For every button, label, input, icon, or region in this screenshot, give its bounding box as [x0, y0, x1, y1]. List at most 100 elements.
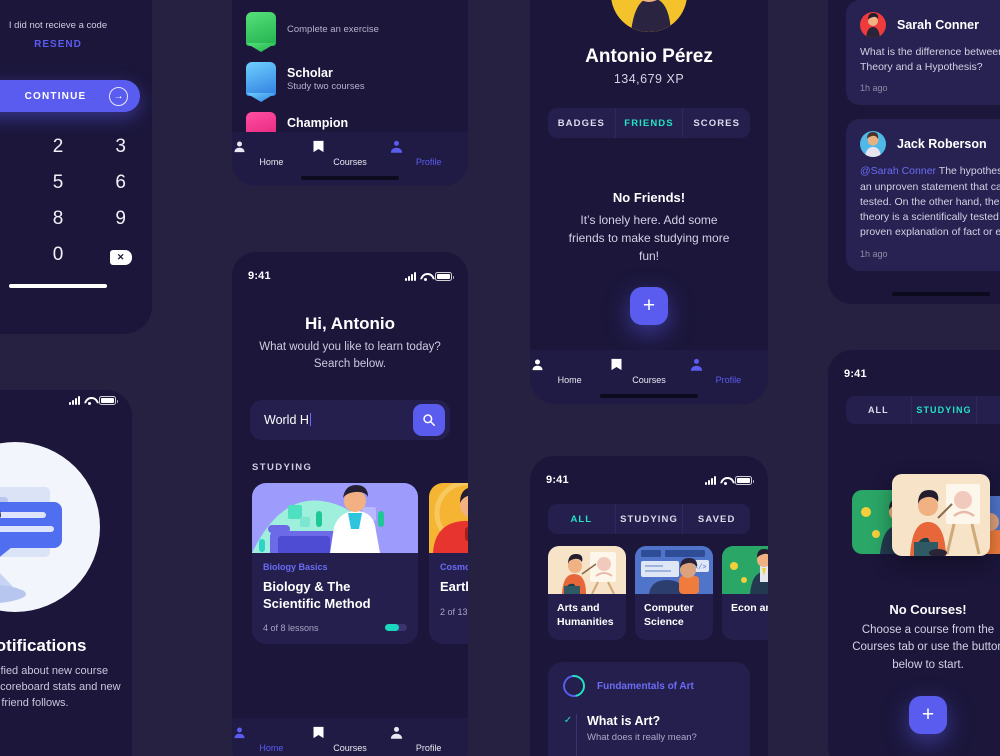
keypad-key[interactable]: 0 — [27, 244, 90, 266]
keypad-key[interactable] — [0, 244, 27, 266]
lesson-group-card: Fundamentals of Art ✓ What is Art? What … — [548, 662, 750, 756]
home-icon — [232, 725, 311, 740]
keypad-key[interactable]: 6 — [89, 172, 152, 194]
comment-card[interactable]: Jack Roberson @Sarah Conner The hypothes… — [846, 119, 1000, 271]
book-icon — [609, 357, 688, 372]
courses-filter-segmented-control[interactable]: ALL STUDYING S — [846, 396, 1000, 424]
tab-profile[interactable]: Profile — [389, 139, 468, 167]
tab-courses[interactable]: Courses — [311, 725, 390, 753]
keypad-key[interactable] — [0, 172, 27, 194]
badge-name: Champion — [287, 115, 349, 130]
empty-state-body: Choose a course from the Courses tab or … — [852, 624, 1000, 671]
keypad-key[interactable]: 8 — [27, 208, 90, 230]
course-thumbnail — [252, 483, 418, 554]
status-bar: 9:41 — [828, 364, 1000, 384]
segment-all[interactable]: ALL — [846, 396, 911, 424]
add-friend-button[interactable]: + — [630, 287, 668, 325]
bottom-tab-bar[interactable]: Home Courses Profile — [232, 718, 468, 756]
course-progress-text: 2 of 13 — [440, 606, 468, 617]
comment-timestamp: 1h ago — [860, 248, 888, 259]
home-icon — [232, 139, 311, 154]
course-card-body: Biology Basics Biology & The Scientific … — [252, 553, 418, 644]
tab-courses[interactable]: Courses — [609, 357, 688, 385]
home-icon — [530, 357, 609, 372]
segment-badges[interactable]: BADGES — [548, 108, 615, 138]
comment-author: Jack Roberson — [897, 137, 987, 152]
keypad-key[interactable]: 2 — [27, 136, 90, 158]
profile-xp: 134,679 XP — [613, 72, 685, 86]
badge-row[interactable]: Scholar Study two courses — [246, 54, 468, 104]
segment-all[interactable]: ALL — [548, 504, 615, 534]
search-button[interactable] — [413, 404, 445, 437]
comment-mention[interactable]: @Sarah Conner — [860, 165, 936, 177]
course-title: Earth & Cli — [440, 579, 468, 595]
tab-home[interactable]: Home — [232, 725, 311, 753]
battery-icon — [99, 395, 118, 405]
greeting-subtitle: What would you like to learn today? Sear… — [259, 341, 441, 370]
search-icon — [423, 414, 436, 427]
keypad-backspace-key[interactable]: ✕ — [89, 244, 152, 266]
badge-desc: Complete an exercise — [287, 24, 379, 36]
badge-name: Scholar — [287, 65, 333, 80]
tab-courses[interactable]: Courses — [311, 139, 390, 167]
courses-screen: 9:41 ALL STUDYING SAVED Arts and Humanit… — [530, 456, 768, 756]
segment-scores[interactable]: SCORES — [682, 108, 750, 138]
greeting-title: Hi, Antonio — [304, 314, 395, 333]
keypad-key[interactable]: 5 — [27, 172, 90, 194]
person-icon — [389, 139, 468, 154]
segment-studying[interactable]: STUDYING — [910, 396, 977, 424]
arrow-right-icon: → — [109, 86, 128, 106]
course-title: Biology & The Scientific Method — [263, 579, 371, 611]
signal-icon — [705, 475, 716, 485]
battery-icon — [735, 475, 754, 485]
segment-friends[interactable]: FRIENDS — [614, 108, 683, 138]
lesson-title: What is Art? — [587, 714, 661, 729]
keypad-key[interactable] — [0, 208, 27, 230]
search-bar[interactable]: World H — [250, 400, 450, 441]
keypad-key[interactable] — [0, 136, 27, 158]
tab-label: Home — [259, 157, 284, 167]
category-card-econ[interactable]: Econ and I — [722, 546, 768, 641]
lesson-item[interactable]: ✓ What is Art? What does it really mean? — [563, 712, 735, 743]
lesson-group-header: Fundamentals of Art — [558, 670, 735, 702]
add-course-button[interactable]: + — [909, 695, 947, 734]
segment-studying[interactable]: STUDYING — [614, 504, 683, 534]
home-indicator — [9, 284, 107, 288]
profile-friends-screen: Antonio Pérez 134,679 XP BADGES FRIENDS … — [530, 0, 768, 404]
badge-row[interactable]: Complete an exercise — [246, 4, 468, 54]
course-card[interactable]: Cosmol Earth & Cli 2 of 13 — [429, 483, 468, 644]
segment-saved[interactable]: SAVED — [682, 504, 750, 534]
comment-card[interactable]: Sarah Conner What is the difference betw… — [846, 0, 1000, 106]
status-icons — [405, 271, 454, 281]
empty-illustration-stack — [828, 456, 1000, 576]
profile-segmented-control[interactable]: BADGES FRIENDS SCORES — [548, 108, 750, 138]
course-category: Cosmol — [440, 562, 468, 573]
signal-icon — [405, 271, 416, 281]
text-caret — [309, 413, 312, 427]
resend-link[interactable]: RESEND — [0, 39, 152, 50]
tab-home[interactable]: Home — [232, 139, 311, 167]
segment-saved[interactable]: S — [976, 396, 1000, 424]
course-card[interactable]: Biology Basics Biology & The Scientific … — [252, 483, 418, 644]
category-card-arts[interactable]: Arts and Humanities — [548, 546, 626, 641]
keypad-key[interactable]: 9 — [89, 208, 152, 230]
profile-name: Antonio Pérez — [585, 46, 713, 67]
tab-home[interactable]: Home — [530, 357, 609, 385]
tab-profile[interactable]: Profile — [389, 725, 468, 753]
tab-profile[interactable]: Profile — [689, 357, 768, 385]
home-indicator — [301, 176, 399, 180]
continue-button[interactable]: CONTINUE → — [0, 80, 140, 112]
battery-icon — [435, 271, 454, 281]
keypad-key[interactable]: 3 — [89, 136, 152, 158]
category-card-cs[interactable]: </> Computer Science — [635, 546, 713, 641]
courses-segmented-control[interactable]: ALL STUDYING SAVED — [548, 504, 750, 534]
numeric-keypad[interactable]: 2 3 5 6 8 9 0 ✕ — [0, 136, 152, 266]
search-input[interactable]: World H — [264, 413, 413, 427]
book-icon — [311, 139, 390, 154]
avatar — [611, 0, 687, 32]
wifi-icon — [84, 396, 95, 405]
course-progress-row: 2 of 13 — [440, 607, 468, 617]
tab-label: Home — [557, 375, 582, 385]
course-card-list: Biology Basics Biology & The Scientific … — [232, 473, 468, 644]
person-icon — [389, 725, 468, 740]
